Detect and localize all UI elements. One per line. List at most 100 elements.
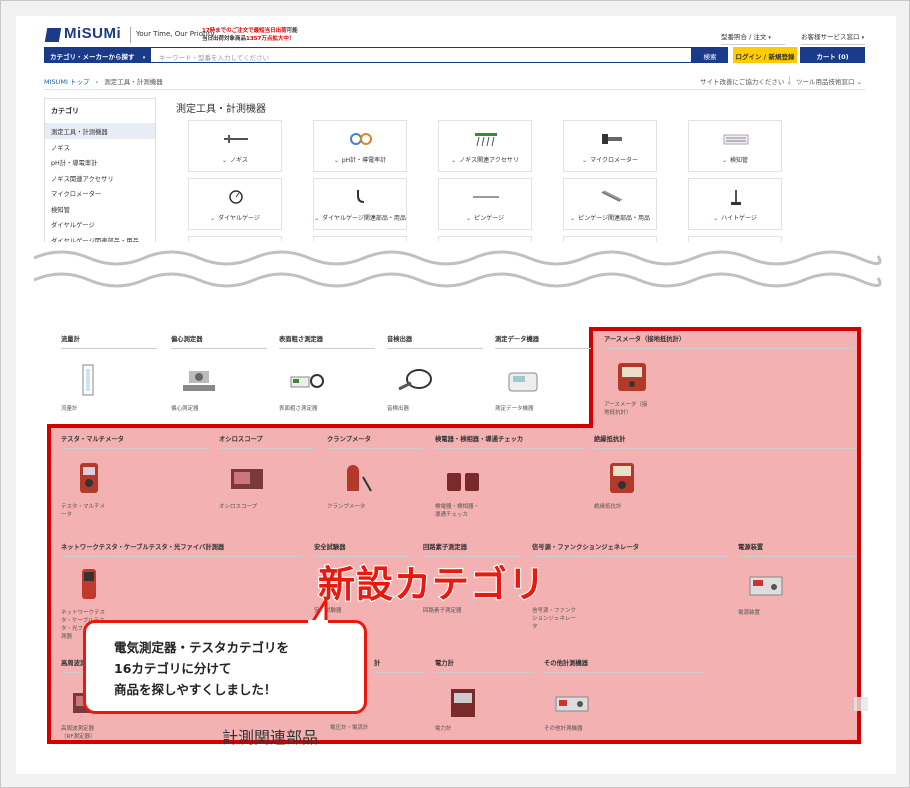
tile-label: ⌄ 検知管: [689, 155, 781, 164]
screenshot: MiSUMi Your Time, Our Priority 17時までのご注文…: [16, 16, 896, 774]
category-title[interactable]: 絶縁抵抗計: [594, 434, 856, 449]
category-title[interactable]: 測定データ機器: [495, 334, 591, 349]
tile-text: ダイヤルゲージ: [218, 215, 260, 222]
category-title[interactable]: 音検出器: [387, 334, 483, 349]
tile-label: ⌄ ノギス: [189, 155, 281, 164]
sidebar-item[interactable]: ダイヤルゲージ: [45, 216, 155, 232]
category-tile[interactable]: ⌄ ピンゲージ: [438, 178, 532, 230]
category-menu-label: カテゴリ・メーカーから探す: [50, 53, 135, 61]
sidebar-item[interactable]: ノギス関連アクセサリ: [45, 170, 155, 186]
callout-bubble: 電気測定器・テスタカテゴリを 16カテゴリに分けて 商品を探しやすくしました！: [83, 620, 367, 714]
category-tile[interactable]: ⌄ ピンゲージ関連部品・用品: [563, 178, 657, 230]
oscilloscope-icon: [231, 469, 263, 489]
login-button[interactable]: ログイン / 新規登録: [733, 47, 797, 63]
category-title[interactable]: 信号源・ファンクションジェネレータ: [532, 542, 728, 557]
category-title[interactable]: ネットワークテスタ・ケーブルテスタ・光ファイバ計測器: [61, 542, 303, 557]
category-tile[interactable]: ⌄ マイクロメーター: [563, 120, 657, 172]
chevron-down-icon: ⌄: [333, 157, 339, 164]
category-block[interactable]: 偏心測定器 偏心測定器: [171, 334, 267, 413]
earth-tester-icon: [618, 363, 646, 391]
data-logger-icon: [508, 372, 538, 392]
category-block[interactable]: 電力計 電力計: [435, 658, 533, 733]
category-title[interactable]: テスタ・マルチメータ: [61, 434, 209, 449]
sidebar-item[interactable]: マイクロメーター: [45, 185, 155, 201]
chevron-down-icon: ⌄: [582, 157, 588, 164]
category-title[interactable]: 偏心測定器: [171, 334, 267, 349]
category-tile[interactable]: ⌄ 検知管: [688, 120, 782, 172]
category-block[interactable]: その他計測機器 その他計測機器: [544, 658, 704, 733]
category-block[interactable]: アースメータ（接地抵抗計） アースメータ（接地抵抗計）: [604, 334, 854, 417]
category-block[interactable]: 測定データ機器 測定データ機器: [495, 334, 591, 413]
tile-text: ダイヤルゲージ関連部品・用品: [322, 215, 406, 222]
promo-part: 拡大中！: [272, 36, 295, 42]
category-tile[interactable]: ⌄ ノギス関連アクセサリ: [438, 120, 532, 172]
category-title[interactable]: 電力計: [435, 658, 533, 673]
sidebar-item[interactable]: pH計・導電率計: [45, 154, 155, 170]
customer-service-link[interactable]: お客様サービス窓口 ▾: [801, 31, 865, 45]
category-block[interactable]: 絶縁抵抗計 絶縁抵抗計: [594, 434, 856, 511]
sidebar-item[interactable]: 検知管: [45, 201, 155, 217]
category-title[interactable]: 計: [374, 658, 424, 673]
category-block[interactable]: 信号源・ファンクションジェネレータ 信号源・ファンクションジェネレータ: [532, 542, 728, 631]
scroll-top-button[interactable]: [854, 697, 868, 711]
tile-label: ⌄ pH計・導電率計: [314, 155, 406, 164]
category-title[interactable]: クランプメータ: [327, 434, 423, 449]
tile-text: ハイトゲージ: [721, 215, 757, 222]
category-tile[interactable]: ⌄ ノギス: [188, 120, 282, 172]
help-link[interactable]: サイト改善にご協力ください ⌄: [700, 76, 792, 86]
callout-text: 電気測定器・テスタカテゴリを 16カテゴリに分けて 商品を探しやすくしました！: [114, 637, 289, 700]
breadcrumb-home[interactable]: MISUMI トップ: [44, 78, 90, 86]
category-block[interactable]: 流量計 流量計: [61, 334, 157, 413]
category-tile[interactable]: ⌄ ダイヤルゲージ関連部品・用品: [313, 178, 407, 230]
category-title[interactable]: 表面粗さ測定器: [279, 334, 375, 349]
category-tile[interactable]: ⌄ ハイトゲージ: [688, 178, 782, 230]
tools-link[interactable]: ツール用品技術窓口 ⌄: [796, 76, 862, 86]
category-block[interactable]: クランプメータ クランプメータ: [327, 434, 423, 511]
category-block[interactable]: テスタ・マルチメータ テスタ・マルチメータ: [61, 434, 209, 519]
header-divider: [44, 89, 866, 90]
promo-line-1: 17時までのご注文で最短当日出荷可能: [202, 26, 298, 34]
model-order-link[interactable]: 型番照合 / 注文 ▾: [721, 31, 785, 45]
category-caption: 流量計: [61, 406, 78, 412]
category-title[interactable]: オシロスコープ: [219, 434, 315, 449]
category-menu-button[interactable]: カテゴリ・メーカーから探す ▾: [44, 47, 154, 63]
category-title[interactable]: 検電器・検相器・導通チェッカ: [435, 434, 585, 449]
power-meter-icon: [451, 689, 475, 717]
tools-label: ツール用品技術窓口: [796, 78, 855, 86]
category-block[interactable]: 音検出器 音検出器: [387, 334, 483, 413]
category-title[interactable]: 電源装置: [738, 542, 856, 557]
category-title[interactable]: 流量計: [61, 334, 157, 349]
chevron-down-icon: ⌄: [451, 157, 457, 164]
sound-detector-icon: [398, 369, 432, 391]
category-block[interactable]: 検電器・検相器・導通チェッカ 検電器・検相器・導通チェッカ: [435, 434, 585, 519]
caliper-accessory-icon: [475, 133, 497, 147]
bubble-tail-joint: [308, 620, 328, 624]
chevron-down-icon: ⌄: [856, 78, 863, 86]
surface-roughness-icon: [290, 374, 324, 388]
category-title[interactable]: アースメータ（接地抵抗計）: [604, 334, 854, 349]
category-block[interactable]: 電源装置 電源装置: [738, 542, 856, 617]
category-caption: 信号源・ファンクションジェネレータ: [532, 608, 577, 630]
category-title[interactable]: その他計測機器: [544, 658, 704, 673]
cart-button[interactable]: カート (0): [800, 47, 865, 63]
misumi-logo-icon[interactable]: [44, 28, 62, 42]
category-caption: 偏心測定器: [171, 406, 199, 412]
category-caption: 音検出器: [387, 406, 410, 412]
search-input[interactable]: キーワード・型番を入力してください: [150, 47, 692, 63]
logo-text[interactable]: MiSUMi: [64, 25, 121, 42]
detector-tube-icon: [723, 134, 749, 145]
sidebar-item[interactable]: 測定工具・計測機器: [45, 123, 155, 139]
category-tile[interactable]: ⌄ ダイヤルゲージ: [188, 178, 282, 230]
category-tile[interactable]: ⌄ pH計・導電率計: [313, 120, 407, 172]
customer-service-label: お客様サービス窓口: [801, 33, 860, 41]
promo-part: 当日出荷対象商品: [202, 36, 247, 42]
height-gauge-icon: [731, 190, 741, 205]
tile-label: ⌄ マイクロメーター: [564, 155, 656, 164]
sidebar-item[interactable]: ノギス: [45, 139, 155, 155]
screenshot-frame: MiSUMi Your Time, Our Priority 17時までのご注文…: [0, 0, 910, 788]
category-block[interactable]: 計: [374, 658, 424, 673]
category-block[interactable]: 表面粗さ測定器 表面粗さ測定器: [279, 334, 375, 413]
model-order-label: 型番照合 / 注文: [721, 33, 767, 41]
search-button[interactable]: 検索: [692, 47, 728, 63]
category-block[interactable]: オシロスコープ オシロスコープ: [219, 434, 315, 511]
